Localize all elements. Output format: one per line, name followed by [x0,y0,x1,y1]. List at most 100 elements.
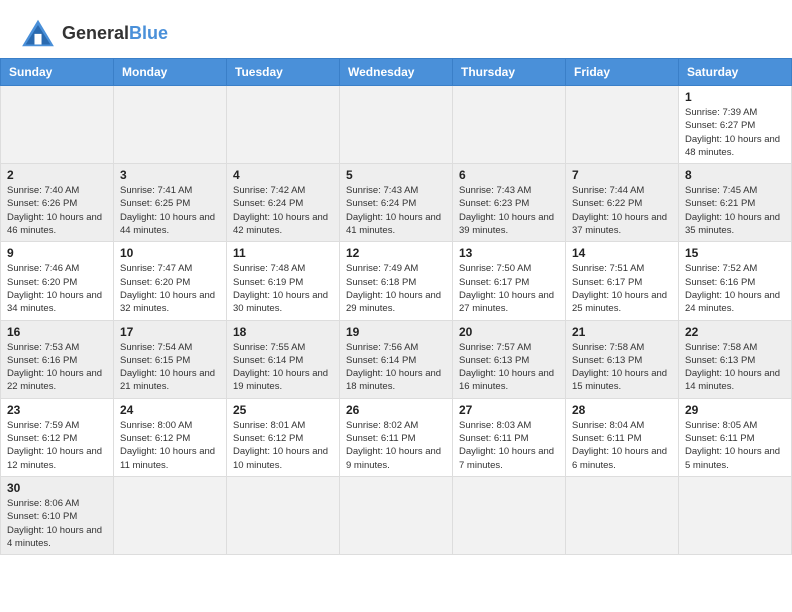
day-number: 22 [685,325,785,339]
day-number: 30 [7,481,107,495]
day-info: Sunrise: 7:58 AM Sunset: 6:13 PM Dayligh… [572,341,672,394]
empty-cell [114,476,227,554]
page-container: GeneralBlue Sunday Monday Tuesday Wednes… [0,0,792,555]
day-number: 26 [346,403,446,417]
day-cell-26: 26 Sunrise: 8:02 AM Sunset: 6:11 PM Dayl… [340,398,453,476]
header: GeneralBlue [0,0,792,58]
day-number: 21 [572,325,672,339]
header-monday: Monday [114,59,227,86]
empty-cell [679,476,792,554]
day-info: Sunrise: 7:42 AM Sunset: 6:24 PM Dayligh… [233,184,333,237]
day-number: 17 [120,325,220,339]
day-cell-8: 8 Sunrise: 7:45 AM Sunset: 6:21 PM Dayli… [679,164,792,242]
day-cell-15: 15 Sunrise: 7:52 AM Sunset: 6:16 PM Dayl… [679,242,792,320]
header-tuesday: Tuesday [227,59,340,86]
empty-cell [227,476,340,554]
day-number: 24 [120,403,220,417]
logo-text: GeneralBlue [62,23,168,44]
day-number: 12 [346,246,446,260]
day-cell-23: 23 Sunrise: 7:59 AM Sunset: 6:12 PM Dayl… [1,398,114,476]
day-info: Sunrise: 7:59 AM Sunset: 6:12 PM Dayligh… [7,419,107,472]
week-row-6: 30 Sunrise: 8:06 AM Sunset: 6:10 PM Dayl… [1,476,792,554]
day-info: Sunrise: 7:57 AM Sunset: 6:13 PM Dayligh… [459,341,559,394]
day-cell-14: 14 Sunrise: 7:51 AM Sunset: 6:17 PM Dayl… [566,242,679,320]
day-cell-11: 11 Sunrise: 7:48 AM Sunset: 6:19 PM Dayl… [227,242,340,320]
day-cell-20: 20 Sunrise: 7:57 AM Sunset: 6:13 PM Dayl… [453,320,566,398]
week-row-3: 9 Sunrise: 7:46 AM Sunset: 6:20 PM Dayli… [1,242,792,320]
week-row-2: 2 Sunrise: 7:40 AM Sunset: 6:26 PM Dayli… [1,164,792,242]
weekday-header-row: Sunday Monday Tuesday Wednesday Thursday… [1,59,792,86]
day-number: 5 [346,168,446,182]
day-number: 15 [685,246,785,260]
header-thursday: Thursday [453,59,566,86]
day-number: 28 [572,403,672,417]
day-number: 14 [572,246,672,260]
day-number: 2 [7,168,107,182]
day-info: Sunrise: 7:56 AM Sunset: 6:14 PM Dayligh… [346,341,446,394]
day-number: 23 [7,403,107,417]
day-info: Sunrise: 7:55 AM Sunset: 6:14 PM Dayligh… [233,341,333,394]
day-number: 16 [7,325,107,339]
empty-cell [566,476,679,554]
empty-cell [340,86,453,164]
day-number: 10 [120,246,220,260]
day-info: Sunrise: 7:54 AM Sunset: 6:15 PM Dayligh… [120,341,220,394]
day-info: Sunrise: 8:00 AM Sunset: 6:12 PM Dayligh… [120,419,220,472]
day-info: Sunrise: 7:41 AM Sunset: 6:25 PM Dayligh… [120,184,220,237]
day-number: 11 [233,246,333,260]
day-info: Sunrise: 7:46 AM Sunset: 6:20 PM Dayligh… [7,262,107,315]
week-row-5: 23 Sunrise: 7:59 AM Sunset: 6:12 PM Dayl… [1,398,792,476]
empty-cell [453,476,566,554]
day-cell-12: 12 Sunrise: 7:49 AM Sunset: 6:18 PM Dayl… [340,242,453,320]
day-cell-2: 2 Sunrise: 7:40 AM Sunset: 6:26 PM Dayli… [1,164,114,242]
day-info: Sunrise: 8:04 AM Sunset: 6:11 PM Dayligh… [572,419,672,472]
day-cell-27: 27 Sunrise: 8:03 AM Sunset: 6:11 PM Dayl… [453,398,566,476]
day-info: Sunrise: 8:02 AM Sunset: 6:11 PM Dayligh… [346,419,446,472]
day-cell-13: 13 Sunrise: 7:50 AM Sunset: 6:17 PM Dayl… [453,242,566,320]
day-number: 8 [685,168,785,182]
day-info: Sunrise: 8:01 AM Sunset: 6:12 PM Dayligh… [233,419,333,472]
day-info: Sunrise: 7:50 AM Sunset: 6:17 PM Dayligh… [459,262,559,315]
calendar: Sunday Monday Tuesday Wednesday Thursday… [0,58,792,555]
day-number: 19 [346,325,446,339]
header-sunday: Sunday [1,59,114,86]
empty-cell [114,86,227,164]
day-cell-1: 1 Sunrise: 7:39 AM Sunset: 6:27 PM Dayli… [679,86,792,164]
header-wednesday: Wednesday [340,59,453,86]
empty-cell [1,86,114,164]
day-number: 29 [685,403,785,417]
day-info: Sunrise: 8:05 AM Sunset: 6:11 PM Dayligh… [685,419,785,472]
day-cell-6: 6 Sunrise: 7:43 AM Sunset: 6:23 PM Dayli… [453,164,566,242]
week-row-4: 16 Sunrise: 7:53 AM Sunset: 6:16 PM Dayl… [1,320,792,398]
day-number: 18 [233,325,333,339]
empty-cell [566,86,679,164]
day-cell-5: 5 Sunrise: 7:43 AM Sunset: 6:24 PM Dayli… [340,164,453,242]
day-number: 20 [459,325,559,339]
header-saturday: Saturday [679,59,792,86]
day-number: 1 [685,90,785,104]
day-info: Sunrise: 7:58 AM Sunset: 6:13 PM Dayligh… [685,341,785,394]
day-number: 25 [233,403,333,417]
day-info: Sunrise: 8:06 AM Sunset: 6:10 PM Dayligh… [7,497,107,550]
day-info: Sunrise: 7:53 AM Sunset: 6:16 PM Dayligh… [7,341,107,394]
day-cell-28: 28 Sunrise: 8:04 AM Sunset: 6:11 PM Dayl… [566,398,679,476]
day-cell-9: 9 Sunrise: 7:46 AM Sunset: 6:20 PM Dayli… [1,242,114,320]
day-info: Sunrise: 7:43 AM Sunset: 6:23 PM Dayligh… [459,184,559,237]
day-cell-16: 16 Sunrise: 7:53 AM Sunset: 6:16 PM Dayl… [1,320,114,398]
day-info: Sunrise: 7:40 AM Sunset: 6:26 PM Dayligh… [7,184,107,237]
day-number: 7 [572,168,672,182]
day-cell-29: 29 Sunrise: 8:05 AM Sunset: 6:11 PM Dayl… [679,398,792,476]
empty-cell [340,476,453,554]
header-friday: Friday [566,59,679,86]
day-cell-25: 25 Sunrise: 8:01 AM Sunset: 6:12 PM Dayl… [227,398,340,476]
day-number: 4 [233,168,333,182]
week-row-1: 1 Sunrise: 7:39 AM Sunset: 6:27 PM Dayli… [1,86,792,164]
day-cell-4: 4 Sunrise: 7:42 AM Sunset: 6:24 PM Dayli… [227,164,340,242]
day-info: Sunrise: 7:45 AM Sunset: 6:21 PM Dayligh… [685,184,785,237]
day-number: 27 [459,403,559,417]
day-info: Sunrise: 7:48 AM Sunset: 6:19 PM Dayligh… [233,262,333,315]
logo: GeneralBlue [20,18,168,48]
empty-cell [227,86,340,164]
day-info: Sunrise: 7:44 AM Sunset: 6:22 PM Dayligh… [572,184,672,237]
day-number: 13 [459,246,559,260]
